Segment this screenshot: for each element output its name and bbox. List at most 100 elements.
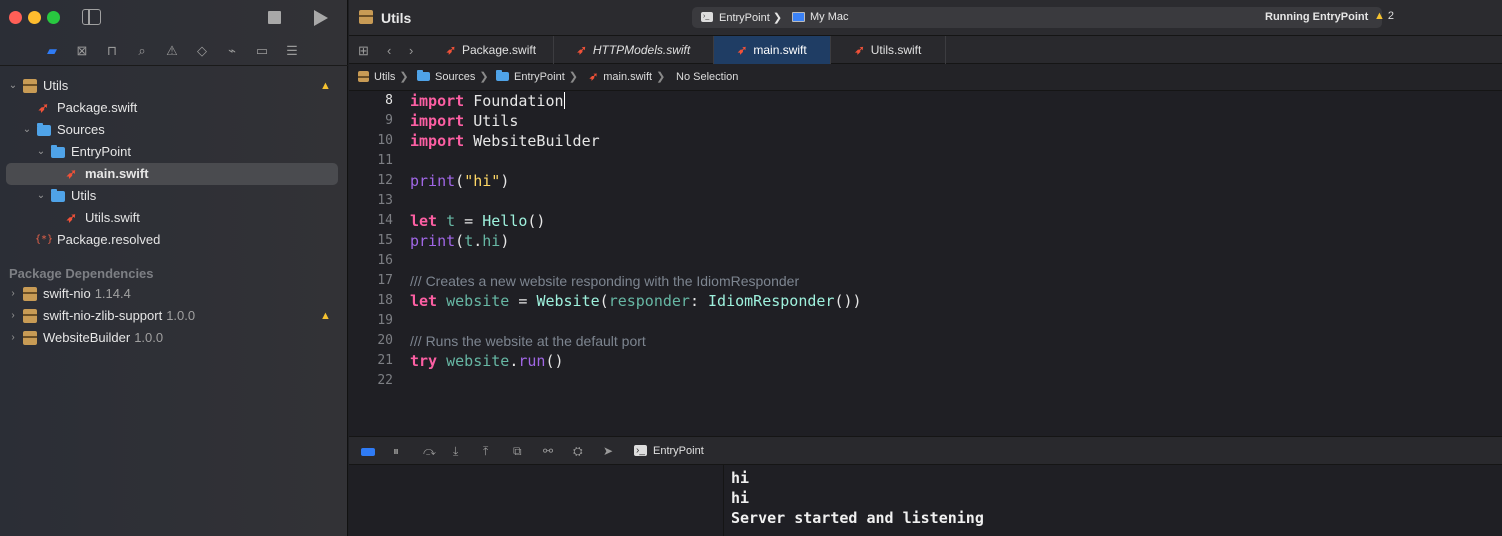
chevron-right-icon[interactable]: ›: [8, 305, 18, 327]
tree-item-label: Utils.swift: [85, 210, 140, 225]
code-token: ///: [410, 273, 426, 289]
find-icon[interactable]: ⌕: [134, 43, 150, 59]
chevron-down-icon[interactable]: ⌄: [36, 185, 46, 207]
code-text[interactable]: let website = Website(responder: IdiomRe…: [410, 291, 862, 311]
code-token: Website: [536, 292, 600, 310]
back-chevron-icon[interactable]: ‹: [387, 43, 391, 58]
pause-icon[interactable]: ⏸: [393, 444, 399, 459]
code-text[interactable]: print("hi"): [410, 171, 509, 191]
chevron-down-icon[interactable]: ⌄: [36, 141, 46, 163]
code-text[interactable]: let t = Hello(): [410, 211, 545, 231]
step-into-icon[interactable]: ⤓: [453, 444, 458, 459]
scheme-selector[interactable]: EntryPoint ❯: [719, 11, 782, 24]
breadcrumb-label: Utils: [374, 71, 396, 83]
warning-icon: ▲: [1374, 10, 1385, 22]
debug-process-label[interactable]: EntryPoint: [653, 445, 704, 457]
environment-overrides-icon[interactable]: ⛭: [573, 444, 583, 459]
tree-item-sources[interactable]: ⌄ Sources: [0, 119, 348, 141]
breadcrumb-item-utils[interactable]: Utils ❯: [358, 64, 409, 91]
code-token: ): [500, 172, 510, 190]
tab-utils-swift[interactable]: ➶ Utils.swift: [831, 36, 946, 64]
line-number: 15: [377, 233, 393, 248]
tree-item-label: Sources: [57, 122, 105, 137]
tree-item-utils-folder[interactable]: ⌄ Utils: [0, 185, 348, 207]
tree-item-utils-swift[interactable]: ➶ Utils.swift: [0, 207, 348, 229]
project-navigator-folder-icon[interactable]: ▰: [44, 43, 60, 59]
variables-view[interactable]: [349, 465, 724, 536]
code-text[interactable]: import WebsiteBuilder: [410, 131, 600, 151]
destination-selector[interactable]: My Mac: [810, 11, 849, 23]
code-token: run: [518, 352, 546, 370]
resolved-file-icon: {*}: [35, 234, 54, 245]
scheme-activity-bar[interactable]: ›_ EntryPoint ❯ My Mac Running EntryPoin…: [692, 7, 1382, 28]
line-number: 12: [377, 173, 393, 188]
chevron-down-icon[interactable]: ⌄: [8, 75, 18, 97]
code-text[interactable]: /// Runs the website at the default port: [410, 331, 646, 351]
code-text[interactable]: /// Creates a new website responding wit…: [410, 271, 799, 291]
source-editor[interactable]: 8 import Foundation 9 import Utils 10 import …: [349, 91, 1502, 436]
tree-item-package-swift[interactable]: ➶ Package.swift: [0, 97, 348, 119]
dependency-swift-nio[interactable]: › swift-nio 1.14.4: [0, 283, 348, 305]
tree-item-main-swift[interactable]: ➶ main.swift: [0, 163, 348, 185]
minimize-window-button[interactable]: [28, 11, 41, 24]
debug-area-toggle[interactable]: [361, 448, 375, 456]
code-text[interactable]: try website.run(): [410, 351, 564, 371]
report-icon[interactable]: ☰: [284, 43, 300, 59]
tree-item-package-resolved[interactable]: {*} Package.resolved: [0, 229, 348, 251]
line-number: 11: [377, 153, 393, 168]
breadcrumb-label: main.swift: [603, 71, 653, 83]
tree-item-entrypoint[interactable]: ⌄ EntryPoint: [0, 141, 348, 163]
code-text[interactable]: import Foundation: [410, 91, 566, 111]
chevron-right-icon[interactable]: ›: [8, 283, 18, 305]
code-token: import: [410, 132, 465, 150]
dependency-websitebuilder[interactable]: › WebsiteBuilder 1.0.0: [0, 327, 348, 349]
code-text[interactable]: print(t.hi): [410, 231, 509, 251]
swift-file-icon: ➶: [854, 43, 865, 57]
tree-item-label: Package.resolved: [57, 232, 161, 247]
view-hierarchy-icon[interactable]: ⧉: [513, 444, 522, 459]
issue-icon[interactable]: ⚠: [164, 43, 180, 59]
swift-file-icon: ➶: [445, 43, 456, 57]
tab-main-swift[interactable]: ➶ main.swift: [714, 36, 831, 64]
tree-item-utils-project[interactable]: ⌄ Utils ▲: [0, 75, 348, 97]
code-token: let: [410, 292, 438, 310]
breadcrumb-item-entrypoint[interactable]: EntryPoint ❯: [496, 64, 578, 91]
project-navigator: ▰ ⊠ ⊓ ⌕ ⚠ ◇ ⌁ ▭ ☰ ⌄ Utils ▲ ➶ Package.sw…: [0, 0, 348, 536]
warning-count-badge[interactable]: ▲ 2: [1374, 10, 1394, 22]
breadcrumb-item-main-swift[interactable]: ➶ main.swift ❯: [589, 64, 665, 91]
bookmark-icon[interactable]: ⊓: [104, 43, 120, 59]
console-output[interactable]: hi hi Server started and listening: [725, 465, 1502, 536]
chevron-right-icon[interactable]: ›: [8, 327, 18, 349]
source-control-icon[interactable]: ⊠: [74, 43, 90, 59]
run-button[interactable]: [314, 10, 328, 26]
dependency-swift-nio-zlib-support[interactable]: › swift-nio-zlib-support 1.0.0 ▲: [0, 305, 348, 327]
breadcrumb-item-sources[interactable]: Sources ❯: [417, 64, 489, 91]
test-icon[interactable]: ◇: [194, 43, 210, 59]
code-token: (: [599, 292, 609, 310]
chevron-right-icon: ❯: [568, 71, 578, 83]
code-text[interactable]: import Utils: [410, 111, 518, 131]
chevron-down-icon[interactable]: ⌄: [22, 119, 32, 141]
breadcrumb-item-selection[interactable]: No Selection: [676, 64, 738, 91]
zoom-window-button[interactable]: [47, 11, 60, 24]
forward-chevron-icon[interactable]: ›: [409, 43, 413, 58]
memory-graph-icon[interactable]: ⚯: [543, 444, 553, 458]
dependency-version: 1.0.0: [134, 330, 164, 345]
stop-button[interactable]: [268, 11, 281, 24]
grid-icon[interactable]: ⊞: [358, 43, 369, 59]
editor-area: Utils ›_ EntryPoint ❯ My Mac Running Ent…: [349, 0, 1502, 536]
location-icon[interactable]: ➤: [603, 444, 613, 458]
breakpoint-icon[interactable]: ▭: [254, 43, 270, 59]
tab-label: Utils.swift: [870, 43, 922, 57]
step-out-icon[interactable]: ⤒: [483, 444, 488, 459]
code-token: Creates a new website responding with th…: [425, 273, 800, 289]
step-over-icon[interactable]: ⤼: [423, 444, 436, 459]
dependencies-section-header: Package Dependencies: [9, 266, 154, 281]
debug-icon[interactable]: ⌁: [224, 43, 240, 59]
close-window-button[interactable]: [9, 11, 22, 24]
toolbar: Utils ›_ EntryPoint ❯ My Mac Running Ent…: [349, 0, 1502, 36]
sidebar-toggle-icon[interactable]: [82, 9, 101, 25]
tab-package-swift[interactable]: ➶ Package.swift: [429, 36, 554, 64]
tab-httpmodels-swift[interactable]: ➶ HTTPModels.swift: [554, 36, 714, 64]
